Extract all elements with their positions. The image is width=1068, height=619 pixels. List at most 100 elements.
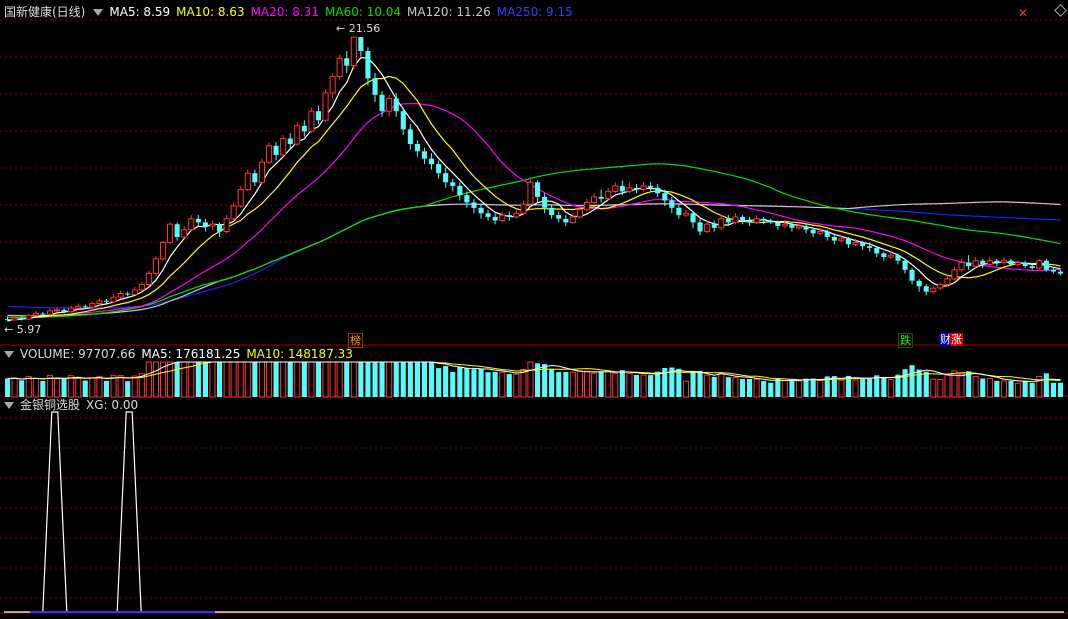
candle-body: [110, 296, 117, 303]
volume-bar: [195, 362, 201, 397]
candle-body: [569, 216, 576, 223]
high-price-label: ← 21.56: [336, 22, 381, 35]
candle-body: [895, 255, 901, 261]
tag-die[interactable]: 跌: [898, 333, 913, 348]
volume-bar: [344, 362, 350, 397]
ma250-label: MA250: 9.15: [496, 5, 573, 19]
volume-bar: [937, 379, 944, 398]
candle-body: [789, 224, 795, 228]
volume-bar: [513, 373, 520, 398]
candle-body: [535, 182, 541, 197]
tag-bang[interactable]: 榜: [348, 333, 363, 348]
volume-bar: [499, 371, 506, 398]
candle-body: [619, 185, 625, 192]
indicator-header: 金银铜选股 XG: 0.00: [4, 397, 144, 413]
volume-bar: [379, 362, 385, 397]
volume-bar: [887, 379, 894, 398]
volume-bar: [315, 362, 321, 397]
candle-body: [951, 269, 958, 280]
candle-body: [1008, 260, 1014, 265]
candle-body: [1050, 269, 1056, 272]
xg-label: XG: 0.00: [86, 398, 139, 412]
candle-body: [329, 76, 336, 94]
volume-bar: [640, 374, 647, 398]
candle-body: [972, 260, 979, 267]
vol-ma10-label: MA10: 148187.33: [246, 347, 353, 361]
volume-bar: [485, 372, 491, 397]
candle-body: [5, 319, 11, 321]
candle-body: [436, 164, 442, 174]
volume-bar: [576, 370, 584, 398]
candle-body: [867, 246, 873, 248]
candle-body: [923, 286, 929, 292]
volume-bar: [152, 361, 159, 398]
candle-body: [640, 185, 647, 190]
candle-body: [252, 173, 258, 183]
volume-bar: [329, 361, 336, 398]
candle-body: [584, 201, 591, 211]
candle-body: [831, 237, 837, 241]
volume-bar: [626, 373, 633, 398]
candle-body: [591, 196, 598, 203]
candle-body: [145, 273, 152, 285]
volume-bar: [68, 375, 75, 398]
volume-bar: [569, 371, 576, 398]
candle-body: [138, 283, 145, 291]
candle-body: [372, 78, 378, 95]
candle-body: [230, 205, 237, 220]
ma10-label: MA10: 8.63: [176, 5, 245, 19]
volume-bar: [761, 380, 767, 397]
volume-bar: [167, 361, 174, 398]
candle-body: [96, 300, 103, 304]
candle-body: [803, 226, 809, 230]
candle-body: [711, 224, 717, 228]
volume-bar: [5, 378, 11, 397]
volume-bar: [131, 375, 138, 398]
volume-bar: [350, 361, 357, 398]
candle-body: [874, 247, 880, 254]
candle-body: [662, 193, 668, 201]
candle-body: [739, 216, 745, 221]
volume-bar: [718, 373, 725, 398]
volume-bar: [103, 380, 109, 397]
triangle-down-icon[interactable]: [4, 351, 14, 358]
volume-bar: [909, 365, 915, 397]
candle-body: [704, 223, 711, 232]
volume-bar: [1015, 382, 1022, 398]
candle-body: [478, 207, 484, 214]
volume-bar: [506, 374, 512, 397]
candle-body: [358, 37, 364, 51]
volume-bar: [244, 361, 251, 398]
candle-body: [1057, 271, 1063, 274]
triangle-down-icon[interactable]: [93, 9, 104, 16]
candle-body: [732, 216, 739, 223]
volume-bar: [966, 371, 972, 397]
candle-body: [506, 215, 512, 217]
tag-zhang[interactable]: 涨: [950, 333, 963, 346]
candle-body: [131, 289, 138, 295]
candle-body: [25, 314, 32, 320]
volume-bar: [217, 362, 223, 397]
close-icon[interactable]: ✕: [1018, 7, 1028, 19]
volume-bar: [980, 378, 986, 397]
ma120-label: MA120: 11.26: [407, 5, 491, 19]
volume-bar: [781, 380, 788, 398]
triangle-down-icon[interactable]: [4, 402, 14, 409]
volume-bar: [429, 362, 435, 397]
candle-body: [930, 287, 937, 293]
volume-bar: [407, 362, 413, 397]
candle-body: [160, 242, 167, 260]
candle-body: [407, 129, 413, 144]
volume-bar: [633, 375, 639, 397]
candle-body: [626, 187, 633, 192]
candle-body: [75, 305, 82, 309]
volume-bar: [230, 361, 237, 398]
volume-bar: [457, 366, 463, 397]
volume-bar: [1029, 382, 1035, 397]
volume-bar: [322, 361, 329, 398]
candle-body: [103, 300, 109, 302]
volume-bar: [1050, 382, 1056, 397]
candle-body: [202, 222, 208, 226]
candle-body: [909, 269, 915, 281]
candle-body: [54, 309, 61, 312]
